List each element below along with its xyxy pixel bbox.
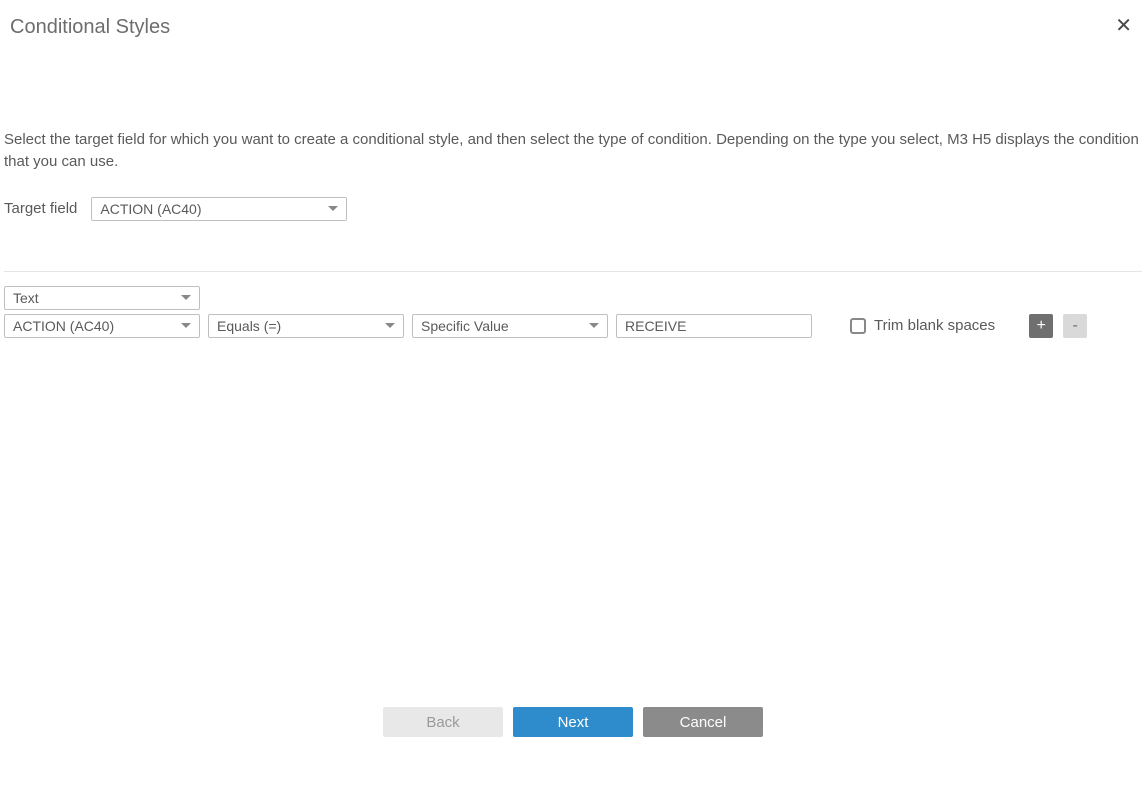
cancel-button[interactable]: Cancel	[643, 707, 763, 737]
target-field-select[interactable]: ACTION (AC40)	[91, 197, 347, 221]
remove-condition-button[interactable]: -	[1063, 314, 1087, 338]
condition-type-value: Text	[13, 290, 39, 306]
condition-field-select[interactable]: ACTION (AC40)	[4, 314, 200, 338]
condition-valuetype-value: Specific Value	[421, 318, 509, 334]
condition-type-select[interactable]: Text	[4, 286, 200, 310]
back-button[interactable]: Back	[383, 707, 503, 737]
target-field-row: Target field ACTION (AC40)	[4, 197, 1142, 221]
trim-blank-spaces-checkbox[interactable]	[850, 318, 866, 334]
add-condition-button[interactable]: +	[1029, 314, 1053, 338]
target-field-value: ACTION (AC40)	[100, 201, 201, 217]
trim-blank-spaces-checkbox-wrap: Trim blank spaces	[850, 317, 995, 334]
condition-expression-row: ACTION (AC40) Equals (=) Specific Value …	[4, 314, 1142, 338]
chevron-down-icon	[589, 323, 599, 328]
section-divider	[4, 271, 1142, 272]
chevron-down-icon	[181, 295, 191, 300]
condition-rows: Text ACTION (AC40) Equals (=) Specific V…	[4, 286, 1142, 338]
target-field-label: Target field	[4, 200, 77, 217]
condition-operator-select[interactable]: Equals (=)	[208, 314, 404, 338]
condition-operator-value: Equals (=)	[217, 318, 281, 334]
trim-blank-spaces-label: Trim blank spaces	[874, 317, 995, 334]
dialog-header: Conditional Styles ✕	[0, 0, 1146, 39]
condition-field-value: ACTION (AC40)	[13, 318, 114, 334]
next-button[interactable]: Next	[513, 707, 633, 737]
close-icon[interactable]: ✕	[1111, 16, 1136, 36]
condition-value-input[interactable]	[616, 314, 812, 338]
chevron-down-icon	[328, 206, 338, 211]
add-remove-group: + -	[1029, 314, 1087, 338]
dialog-title: Conditional Styles	[10, 16, 170, 39]
dialog-intro-text: Select the target field for which you wa…	[4, 129, 1142, 173]
dialog-footer: Back Next Cancel	[0, 707, 1146, 737]
conditional-styles-dialog: Conditional Styles ✕ Select the target f…	[0, 0, 1146, 338]
chevron-down-icon	[181, 323, 191, 328]
chevron-down-icon	[385, 323, 395, 328]
condition-type-row: Text	[4, 286, 1142, 310]
condition-valuetype-select[interactable]: Specific Value	[412, 314, 608, 338]
